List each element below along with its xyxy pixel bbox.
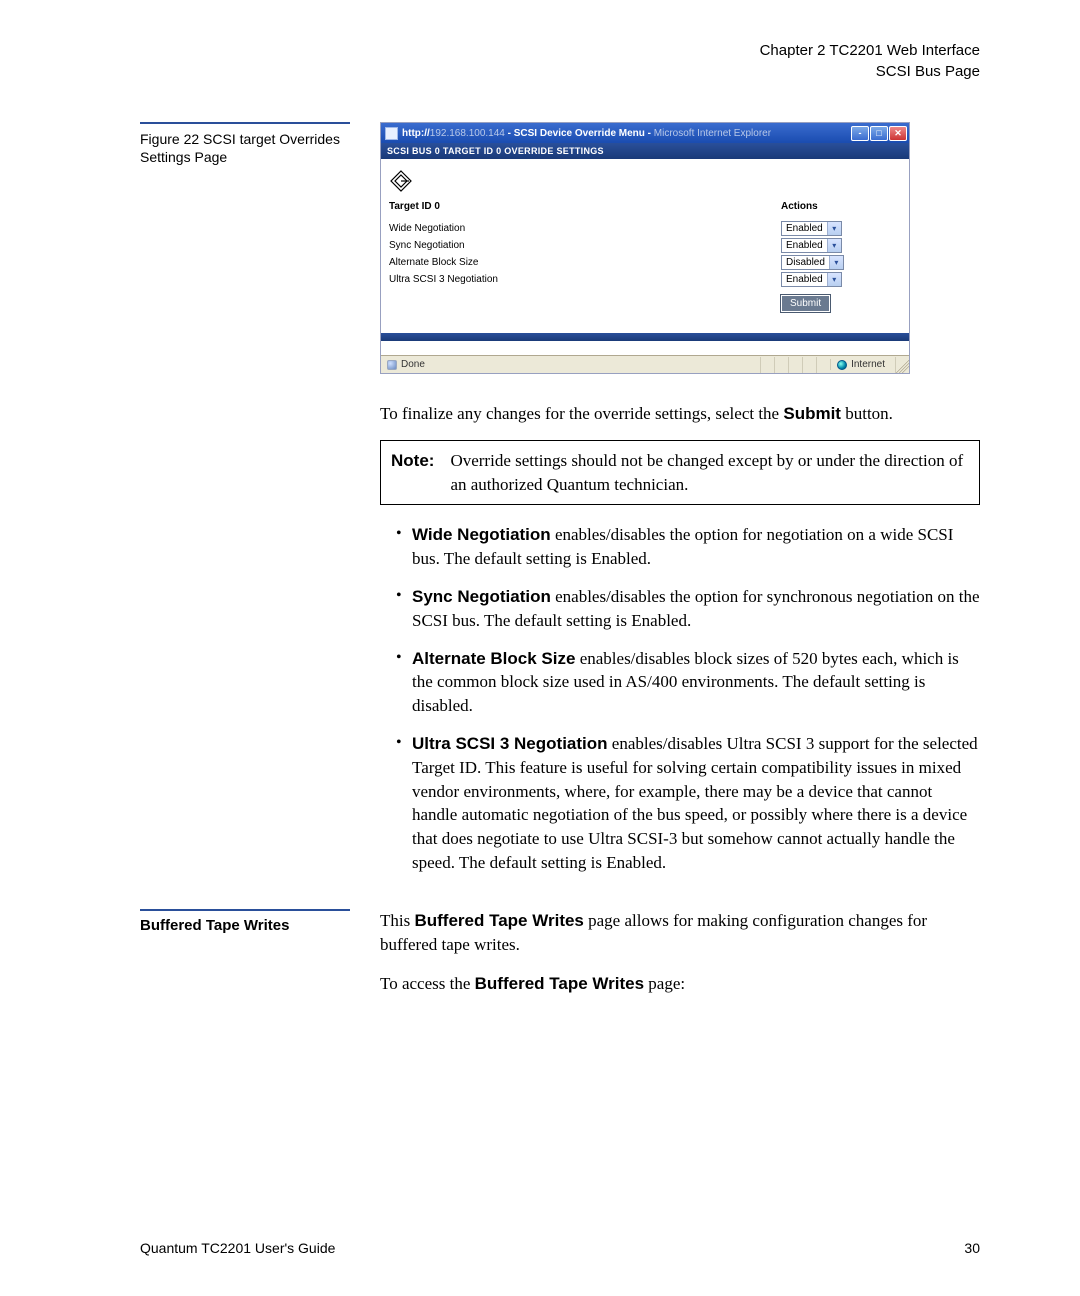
setting-label: Wide Negotiation [389, 223, 465, 234]
status-zone: Internet [830, 359, 895, 370]
chevron-down-icon: ▾ [829, 256, 843, 269]
table-row: Alternate Block Size Disabled ▾ [389, 254, 901, 271]
setting-label: Sync Negotiation [389, 240, 465, 251]
ie-page-icon [385, 127, 398, 140]
paragraph: This Buffered Tape Writes page allows fo… [380, 909, 980, 957]
chevron-down-icon: ▾ [827, 273, 841, 286]
chevron-down-icon: ▾ [827, 222, 841, 235]
internet-zone-icon [837, 360, 847, 370]
note-box: Note: Override settings should not be ch… [380, 440, 980, 506]
col-header-actions: Actions [781, 201, 901, 212]
alternate-block-size-select[interactable]: Disabled ▾ [781, 255, 844, 270]
col-header-target: Target ID 0 [389, 201, 440, 212]
figure-caption: Figure 22 SCSI target Overrides Settings… [140, 130, 350, 166]
submit-button[interactable]: Submit [781, 295, 830, 312]
footer-left: Quantum TC2201 User's Guide [140, 1240, 335, 1256]
header-chapter: Chapter 2 TC2201 Web Interface [140, 40, 980, 61]
setting-label: Alternate Block Size [389, 257, 479, 268]
figure-rule [140, 122, 350, 124]
paragraph: To access the Buffered Tape Writes page: [380, 972, 980, 996]
note-text: Override settings should not be changed … [450, 449, 969, 497]
chevron-down-icon: ▾ [827, 239, 841, 252]
ie-status-bar: Done Internet [381, 355, 909, 373]
header-section: SCSI Bus Page [140, 61, 980, 82]
list-item: Alternate Block Size enables/disables bl… [396, 647, 980, 718]
ultra-scsi3-negotiation-select[interactable]: Enabled ▾ [781, 272, 842, 287]
panel-title: SCSI BUS 0 TARGET ID 0 OVERRIDE SETTINGS [381, 143, 909, 159]
wide-negotiation-select[interactable]: Enabled ▾ [781, 221, 842, 236]
ie-window: http://192.168.100.144 - SCSI Device Ove… [380, 122, 910, 374]
status-page-icon [387, 360, 397, 370]
setting-label: Ultra SCSI 3 Negotiation [389, 274, 498, 285]
table-row: Sync Negotiation Enabled ▾ [389, 237, 901, 254]
paragraph: To finalize any changes for the override… [380, 402, 980, 426]
ie-title-text: http://192.168.100.144 - SCSI Device Ove… [402, 128, 851, 139]
section-heading: Buffered Tape Writes [140, 917, 350, 934]
ie-titlebar: http://192.168.100.144 - SCSI Device Ove… [381, 123, 909, 143]
note-label: Note: [391, 449, 434, 497]
list-item: Wide Negotiation enables/disables the op… [396, 523, 980, 571]
close-button[interactable]: ✕ [889, 126, 907, 141]
table-row: Wide Negotiation Enabled ▾ [389, 220, 901, 237]
page-number: 30 [964, 1240, 980, 1256]
panel-footer-bar [381, 333, 909, 341]
status-done-text: Done [401, 359, 425, 370]
bullet-list: Wide Negotiation enables/disables the op… [380, 523, 980, 874]
maximize-button[interactable]: □ [870, 126, 888, 141]
override-settings-table: Target ID 0 Actions Wide Negotiation Ena… [381, 197, 909, 321]
list-item: Sync Negotiation enables/disables the op… [396, 585, 980, 633]
quantum-logo-icon [389, 169, 413, 193]
section-rule [140, 909, 350, 911]
minimize-button[interactable]: ‐ [851, 126, 869, 141]
resize-grip-icon [895, 357, 909, 373]
list-item: Ultra SCSI 3 Negotiation enables/disable… [396, 732, 980, 875]
table-row: Ultra SCSI 3 Negotiation Enabled ▾ [389, 271, 901, 288]
sync-negotiation-select[interactable]: Enabled ▾ [781, 238, 842, 253]
